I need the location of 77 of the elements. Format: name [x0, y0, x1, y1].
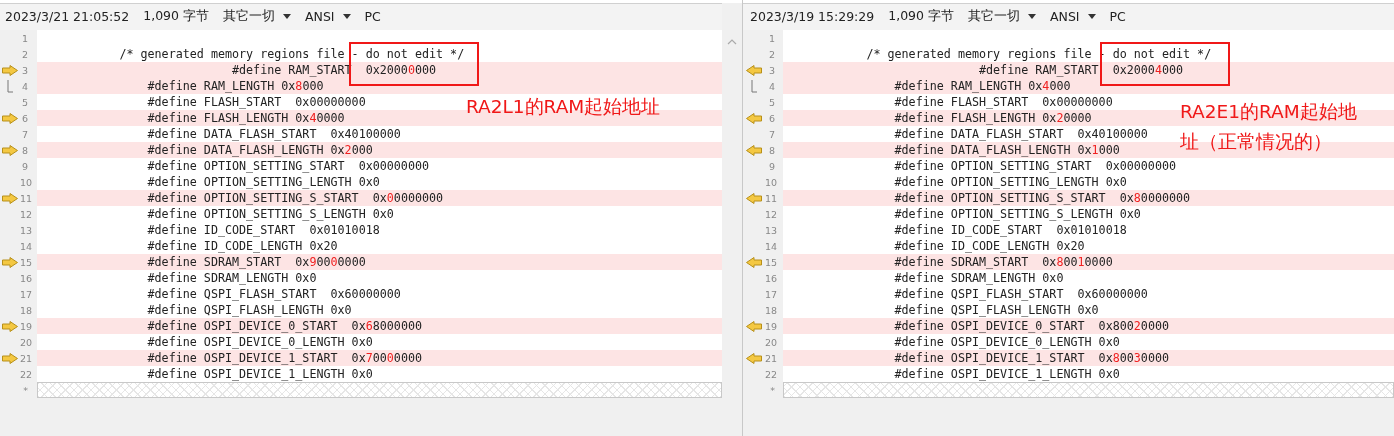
right-arrow-icon[interactable] — [2, 144, 18, 156]
line-number: 17 — [20, 288, 34, 300]
line-number: 18 — [765, 304, 779, 316]
left-arrow-icon[interactable] — [746, 112, 762, 124]
line-number: 5 — [20, 96, 29, 108]
line-number: 14 — [765, 240, 779, 252]
line-number: 10 — [765, 176, 779, 188]
line-number: 17 — [765, 288, 779, 300]
line-number: 20 — [765, 336, 779, 348]
line-number: 1 — [20, 32, 29, 44]
line-number: 9 — [20, 160, 29, 172]
encoding-dropdown[interactable]: ANSI — [305, 9, 351, 24]
caret-icon — [1087, 14, 1096, 19]
filter-dropdown[interactable]: 其它一切 — [968, 8, 1036, 25]
line-number: 22 — [765, 368, 779, 380]
line-number: 2 — [20, 48, 29, 60]
line-number: 14 — [20, 240, 34, 252]
line-number: 20 — [20, 336, 34, 348]
right-arrow-icon[interactable] — [2, 192, 18, 204]
filter-dropdown[interactable]: 其它一切 — [223, 8, 291, 25]
end-of-file-marker: * — [769, 384, 776, 396]
line-number: 3 — [767, 64, 776, 76]
line-number: 1 — [767, 32, 776, 44]
line-number: 11 — [20, 192, 34, 204]
scroll-up-icon[interactable] — [727, 39, 737, 45]
line-number: 9 — [767, 160, 776, 172]
timestamp: 2023/3/19 15:29:29 — [750, 9, 875, 24]
block-bracket-icon — [751, 79, 757, 93]
left-arrow-icon[interactable] — [746, 256, 762, 268]
line-number: 21 — [765, 352, 779, 364]
line-number: 10 — [20, 176, 34, 188]
left-arrow-icon[interactable] — [746, 320, 762, 332]
line-number: 7 — [20, 128, 29, 140]
caret-icon — [342, 14, 351, 19]
right-arrow-icon[interactable] — [2, 112, 18, 124]
line-number: 4 — [20, 80, 29, 92]
file-size: 1,090 字节 — [888, 8, 954, 25]
right-arrow-icon[interactable] — [2, 352, 18, 364]
right-arrow-icon[interactable] — [2, 320, 18, 332]
line-number: 16 — [20, 272, 34, 284]
line-number: 15 — [765, 256, 779, 268]
line-number: 21 — [20, 352, 34, 364]
left-arrow-icon[interactable] — [746, 144, 762, 156]
left-arrow-icon[interactable] — [746, 352, 762, 364]
line-number: 13 — [765, 224, 779, 236]
line-number: 16 — [765, 272, 779, 284]
right-arrow-icon[interactable] — [2, 64, 18, 76]
line-number: 12 — [20, 208, 34, 220]
left-arrow-icon[interactable] — [746, 192, 762, 204]
line-number: 13 — [20, 224, 34, 236]
line-number: 2 — [767, 48, 776, 60]
left-arrow-icon[interactable] — [746, 64, 762, 76]
end-of-file-marker: * — [22, 384, 29, 396]
line-number: 15 — [20, 256, 34, 268]
line-number: 4 — [767, 80, 776, 92]
line-number: 8 — [20, 144, 29, 156]
line-ending: PC — [364, 9, 381, 24]
encoding-dropdown[interactable]: ANSI — [1050, 9, 1096, 24]
line-number: 12 — [765, 208, 779, 220]
line-number: 7 — [767, 128, 776, 140]
line-number: 19 — [765, 320, 779, 332]
caret-icon — [1028, 14, 1036, 19]
file-size: 1,090 字节 — [143, 8, 209, 25]
line-number: 22 — [20, 368, 34, 380]
line-number: 19 — [20, 320, 34, 332]
timestamp: 2023/3/21 21:05:52 — [5, 9, 130, 24]
line-number: 6 — [20, 112, 29, 124]
caret-icon — [283, 14, 291, 19]
line-number: 8 — [767, 144, 776, 156]
block-bracket-icon — [7, 79, 13, 93]
line-number: 18 — [20, 304, 34, 316]
line-number: 6 — [767, 112, 776, 124]
line-number: 5 — [767, 96, 776, 108]
right-arrow-icon[interactable] — [2, 256, 18, 268]
line-number: 3 — [20, 64, 29, 76]
line-number: 11 — [765, 192, 779, 204]
line-ending: PC — [1109, 9, 1126, 24]
